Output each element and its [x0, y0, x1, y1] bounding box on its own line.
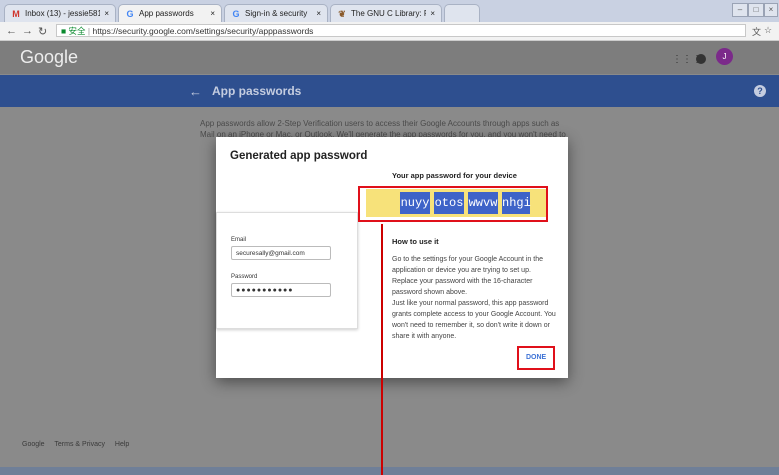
- google-icon: G: [126, 8, 134, 19]
- tab-gnu-c-library[interactable]: ❦ The GNU C Library: Rei ×: [330, 4, 442, 22]
- footer-link-help[interactable]: Help: [115, 441, 129, 448]
- how-to-paragraph: Go to the settings for your Google Accou…: [392, 256, 543, 296]
- device-signin-illustration: Email securesally@gmail.com Password ●●●…: [216, 212, 358, 329]
- back-icon[interactable]: ←: [6, 25, 17, 37]
- your-password-label: Your app password for your device: [392, 171, 517, 180]
- star-icon[interactable]: ☆: [764, 25, 772, 36]
- footer-link-terms[interactable]: Terms & Privacy: [54, 441, 105, 448]
- dialog-title: Generated app password: [230, 150, 368, 162]
- google-logo[interactable]: Google: [20, 47, 78, 68]
- url-text: https://security.google.com/settings/sec…: [92, 26, 314, 36]
- email-field: securesally@gmail.com: [231, 246, 331, 260]
- secure-label: 安全: [68, 26, 86, 36]
- close-icon[interactable]: ×: [210, 9, 215, 18]
- generated-password-dialog: Generated app password Email securesally…: [216, 137, 568, 378]
- translate-icon[interactable]: 文: [752, 25, 761, 38]
- close-icon[interactable]: ×: [316, 9, 321, 18]
- taskbar: [0, 467, 779, 475]
- gmail-icon: M: [12, 8, 20, 19]
- help-icon[interactable]: ?: [754, 85, 766, 97]
- google-icon: G: [232, 8, 240, 19]
- tab-title: The GNU C Library: Rei: [351, 9, 426, 18]
- back-arrow-icon[interactable]: ←: [189, 84, 202, 99]
- tab-inbox[interactable]: M Inbox (13) - jessie5812 ×: [4, 4, 116, 22]
- avatar[interactable]: J: [716, 48, 733, 65]
- password-label: Password: [231, 274, 258, 280]
- minimize-icon[interactable]: –: [732, 3, 748, 17]
- tab-title: Sign-in & security: [245, 9, 308, 18]
- gnu-icon: ❦: [338, 8, 346, 19]
- close-icon[interactable]: ×: [104, 9, 109, 18]
- address-bar-row: ← → ↻ ■ 安全 | https://security.google.com…: [0, 22, 779, 41]
- annotation-line: [381, 224, 383, 475]
- maximize-icon[interactable]: □: [748, 3, 764, 17]
- close-icon[interactable]: ×: [430, 9, 435, 18]
- forward-icon[interactable]: →: [22, 25, 33, 37]
- done-button[interactable]: DONE: [526, 354, 546, 361]
- page-header-bar: [0, 75, 779, 107]
- new-tab-button[interactable]: [444, 4, 480, 22]
- footer: Google Terms & Privacy Help: [22, 441, 137, 448]
- page-title: App passwords: [212, 84, 302, 98]
- how-to-heading: How to use it: [392, 237, 439, 246]
- password-field: ●●●●●●●●●●●: [231, 283, 331, 297]
- close-window-icon[interactable]: ×: [764, 3, 778, 17]
- lock-icon: ■: [61, 26, 67, 36]
- tab-title: Inbox (13) - jessie5812: [25, 9, 101, 18]
- google-header: [0, 41, 779, 74]
- reload-icon[interactable]: ↻: [38, 25, 47, 38]
- tab-app-passwords[interactable]: G App passwords ×: [118, 4, 222, 22]
- email-label: Email: [231, 237, 247, 243]
- footer-link-google[interactable]: Google: [22, 441, 45, 448]
- tab-sign-in-security[interactable]: G Sign-in & security ×: [224, 4, 328, 22]
- how-to-paragraph: Just like your normal password, this app…: [392, 300, 556, 340]
- password-annotation-box: [358, 186, 548, 222]
- notifications-icon[interactable]: [696, 54, 706, 64]
- url-field[interactable]: ■ 安全 | https://security.google.com/setti…: [56, 24, 746, 37]
- tab-title: App passwords: [139, 9, 194, 18]
- how-to-text: Go to the settings for your Google Accou…: [392, 254, 556, 342]
